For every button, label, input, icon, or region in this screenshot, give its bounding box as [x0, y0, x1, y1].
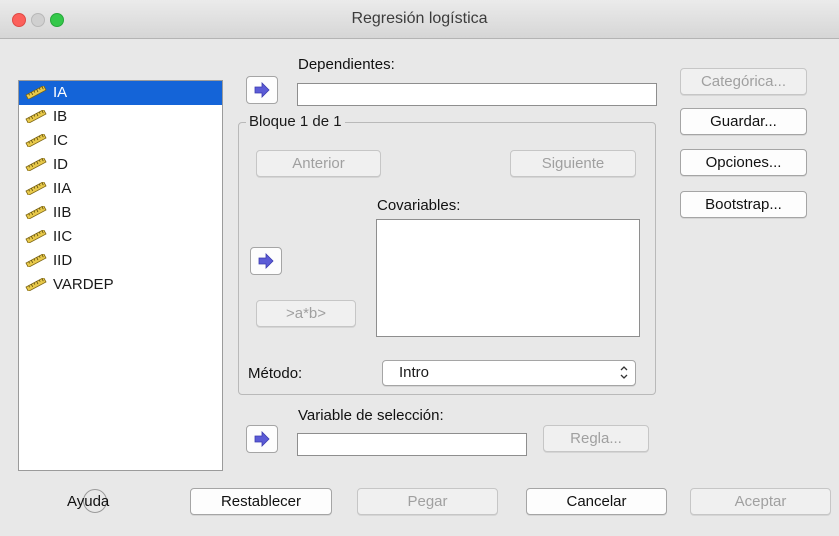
variable-item-ia[interactable]: IA: [19, 81, 222, 105]
reset-button[interactable]: Restablecer: [190, 488, 332, 515]
variable-label: IB: [53, 108, 68, 125]
variable-item-ic[interactable]: IC: [19, 129, 222, 153]
method-label: Método:: [248, 365, 303, 382]
bootstrap-button[interactable]: Bootstrap...: [680, 191, 807, 218]
dependientes-field[interactable]: [297, 83, 657, 106]
next-block-button[interactable]: Siguiente: [510, 150, 636, 177]
ok-button[interactable]: Aceptar: [690, 488, 831, 515]
variable-item-iib[interactable]: IIB: [19, 201, 222, 225]
scale-variable-icon: [25, 134, 47, 147]
scale-variable-icon: [25, 158, 47, 171]
move-to-covariables-button[interactable]: [250, 247, 282, 275]
categorical-button[interactable]: Categórica...: [680, 68, 807, 95]
updown-chevron-icon: [620, 366, 628, 379]
variable-label: IIC: [53, 228, 73, 245]
variable-label: ID: [53, 156, 68, 173]
save-button[interactable]: Guardar...: [680, 108, 807, 135]
move-to-selection-button[interactable]: [246, 425, 278, 453]
arrow-right-icon: [254, 431, 270, 447]
variable-label: IA: [53, 84, 68, 101]
scale-variable-icon: [25, 254, 47, 267]
scale-variable-icon: [25, 182, 47, 195]
variable-list[interactable]: IA IB IC ID IIA IIB IIC IID VARDEP: [18, 80, 223, 471]
arrow-right-icon: [258, 253, 274, 269]
title-bar: Regresión logística: [0, 0, 839, 39]
help-button[interactable]: Ayuda: [67, 493, 109, 510]
variable-item-ib[interactable]: IB: [19, 105, 222, 129]
window-title: Regresión logística: [351, 10, 488, 27]
covariables-label: Covariables:: [377, 197, 461, 214]
variable-item-id[interactable]: ID: [19, 153, 222, 177]
variable-item-iid[interactable]: IID: [19, 249, 222, 273]
block-title: Bloque 1 de 1: [246, 113, 345, 130]
previous-block-button[interactable]: Anterior: [256, 150, 381, 177]
variable-item-iic[interactable]: IIC: [19, 225, 222, 249]
scale-variable-icon: [25, 86, 47, 99]
variable-label: IC: [53, 132, 68, 149]
scale-variable-icon: [25, 278, 47, 291]
covariables-list[interactable]: [376, 219, 640, 337]
dependientes-label: Dependientes:: [298, 56, 395, 73]
variable-label: IID: [53, 252, 73, 269]
variable-label: IIB: [53, 204, 72, 221]
interaction-button[interactable]: >a*b>: [256, 300, 356, 327]
options-button[interactable]: Opciones...: [680, 149, 807, 176]
variable-item-vardep[interactable]: VARDEP: [19, 273, 222, 297]
variable-label: VARDEP: [53, 276, 114, 293]
paste-button[interactable]: Pegar: [357, 488, 498, 515]
selection-variable-field[interactable]: [297, 433, 527, 456]
variable-label: IIA: [53, 180, 72, 197]
scale-variable-icon: [25, 110, 47, 123]
variable-item-iia[interactable]: IIA: [19, 177, 222, 201]
selection-variable-label: Variable de selección:: [298, 407, 444, 424]
scale-variable-icon: [25, 230, 47, 243]
cancel-button[interactable]: Cancelar: [526, 488, 667, 515]
scale-variable-icon: [25, 206, 47, 219]
move-to-dependientes-button[interactable]: [246, 76, 278, 104]
method-select[interactable]: Intro: [382, 360, 636, 386]
rule-button[interactable]: Regla...: [543, 425, 649, 452]
arrow-right-icon: [254, 82, 270, 98]
method-value: Intro: [399, 364, 430, 381]
